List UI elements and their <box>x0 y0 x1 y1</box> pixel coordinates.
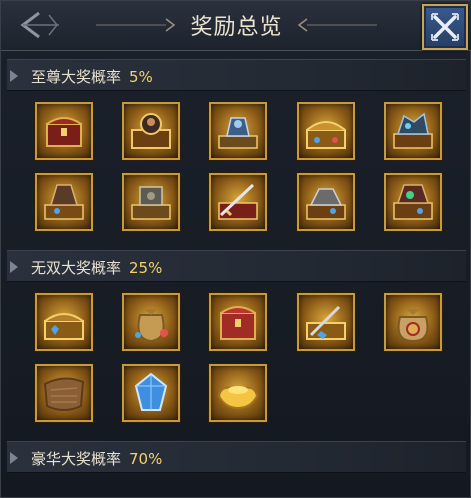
section-deluxe: 豪华大奖概率 70% <box>7 441 466 473</box>
ornate-chest-icon <box>393 184 433 220</box>
reward-item[interactable] <box>35 102 93 160</box>
reward-item[interactable] <box>297 102 355 160</box>
red-box-icon <box>220 306 256 340</box>
sword-chest-icon <box>218 183 258 220</box>
reward-item[interactable] <box>35 173 93 231</box>
section-unmatched: 无双大奖概率 25% <box>7 250 466 282</box>
reward-item[interactable] <box>384 293 442 351</box>
reward-item[interactable] <box>122 173 180 231</box>
portrait-chest-icon <box>131 113 171 149</box>
gold-ingot-icon <box>217 386 259 410</box>
reward-item[interactable] <box>297 173 355 231</box>
header-bar: 奖励总览 <box>1 1 471 51</box>
reward-overview-panel: 奖励总览 至尊大奖概率 5% 无双大奖概率 25% 豪华大奖概率 70% <box>0 0 471 498</box>
reward-item[interactable] <box>122 364 180 422</box>
blue-armor-chest-icon <box>218 117 258 149</box>
treasure-bag-icon <box>135 309 168 343</box>
reward-item[interactable] <box>384 102 442 160</box>
reward-item[interactable] <box>209 364 267 422</box>
section-title: 至尊大奖概率 <box>31 68 122 86</box>
close-icon <box>431 13 459 41</box>
silver-chest-icon <box>306 188 346 220</box>
reward-item[interactable] <box>297 293 355 351</box>
close-button[interactable] <box>422 4 468 50</box>
section-probability: 5% <box>129 68 153 86</box>
scroll-chest-icon <box>306 305 346 340</box>
reward-item[interactable] <box>209 173 267 231</box>
page-title: 奖励总览 <box>190 15 283 40</box>
section-probability: 70% <box>129 450 163 468</box>
reward-item[interactable] <box>122 293 180 351</box>
section-title: 无双大奖概率 <box>31 259 122 277</box>
mech-chest-icon <box>131 186 171 220</box>
coin-pouch-icon <box>397 309 429 343</box>
armor-chest-icon <box>44 184 84 220</box>
section-arrow-icon <box>10 70 18 82</box>
red-chest-icon <box>46 117 82 147</box>
reward-item[interactable] <box>384 173 442 231</box>
gem-chest-icon <box>44 313 84 340</box>
reward-item[interactable] <box>35 293 93 351</box>
gold-chest-icon <box>306 121 346 149</box>
hide-pelt-icon <box>43 377 85 411</box>
section-arrow-icon <box>10 261 18 273</box>
blue-dragon-chest-icon <box>393 112 433 149</box>
reward-item[interactable] <box>122 102 180 160</box>
title-ornament-right <box>297 18 377 32</box>
reward-item[interactable] <box>209 293 267 351</box>
reward-item[interactable] <box>35 364 93 422</box>
section-probability: 25% <box>129 259 163 277</box>
blue-gem-icon <box>134 372 168 411</box>
section-arrow-icon <box>10 452 18 464</box>
section-title: 豪华大奖概率 <box>31 450 122 468</box>
reward-item[interactable] <box>209 102 267 160</box>
section-supreme: 至尊大奖概率 5% <box>7 59 466 91</box>
